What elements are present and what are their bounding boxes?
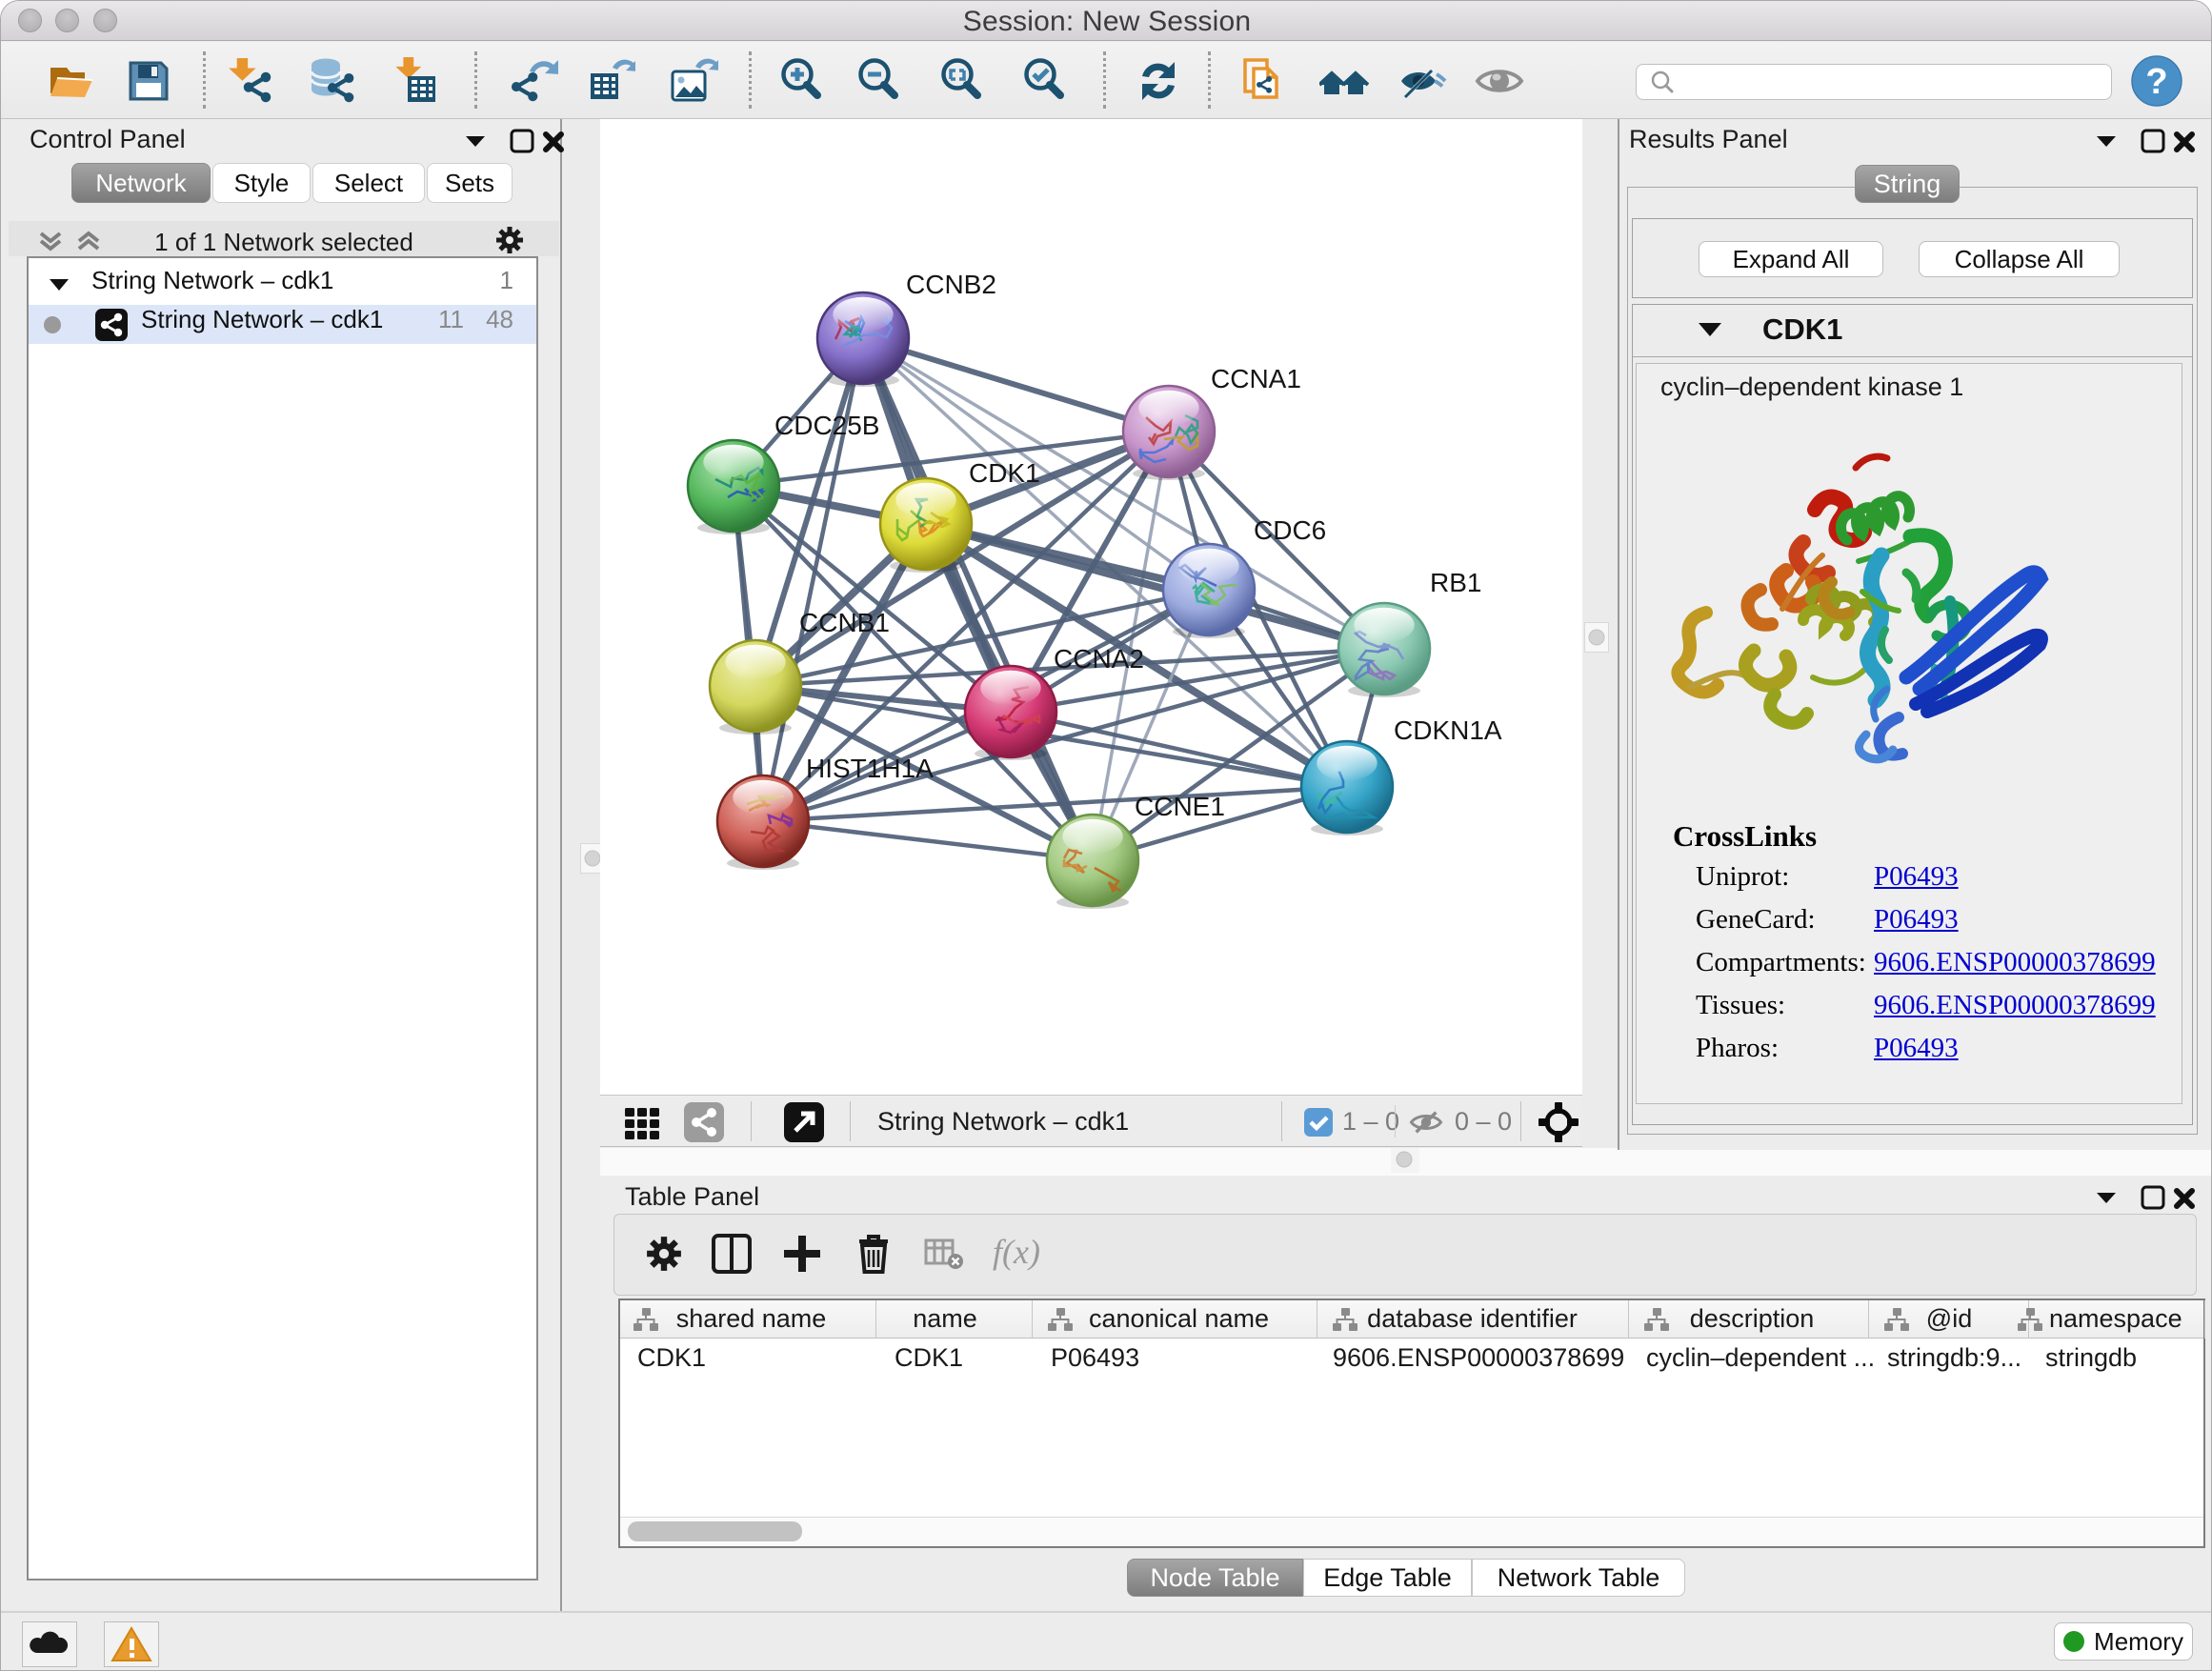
svg-text:CDKN1A: CDKN1A <box>1394 715 1502 745</box>
svg-text:CDC25B: CDC25B <box>774 411 879 440</box>
svg-text:RB1: RB1 <box>1430 568 1481 597</box>
svg-text:CDK1: CDK1 <box>969 458 1040 488</box>
svg-text:HIST1H1A: HIST1H1A <box>806 754 934 783</box>
svg-text:?: ? <box>2145 62 2167 102</box>
svg-text:CCNB2: CCNB2 <box>906 270 996 299</box>
svg-text:CCNE1: CCNE1 <box>1135 792 1225 821</box>
svg-text:CDC6: CDC6 <box>1254 515 1326 545</box>
svg-text:CCNA1: CCNA1 <box>1211 364 1301 393</box>
svg-text:CCNA2: CCNA2 <box>1054 644 1144 674</box>
svg-text:CCNB1: CCNB1 <box>799 608 890 637</box>
